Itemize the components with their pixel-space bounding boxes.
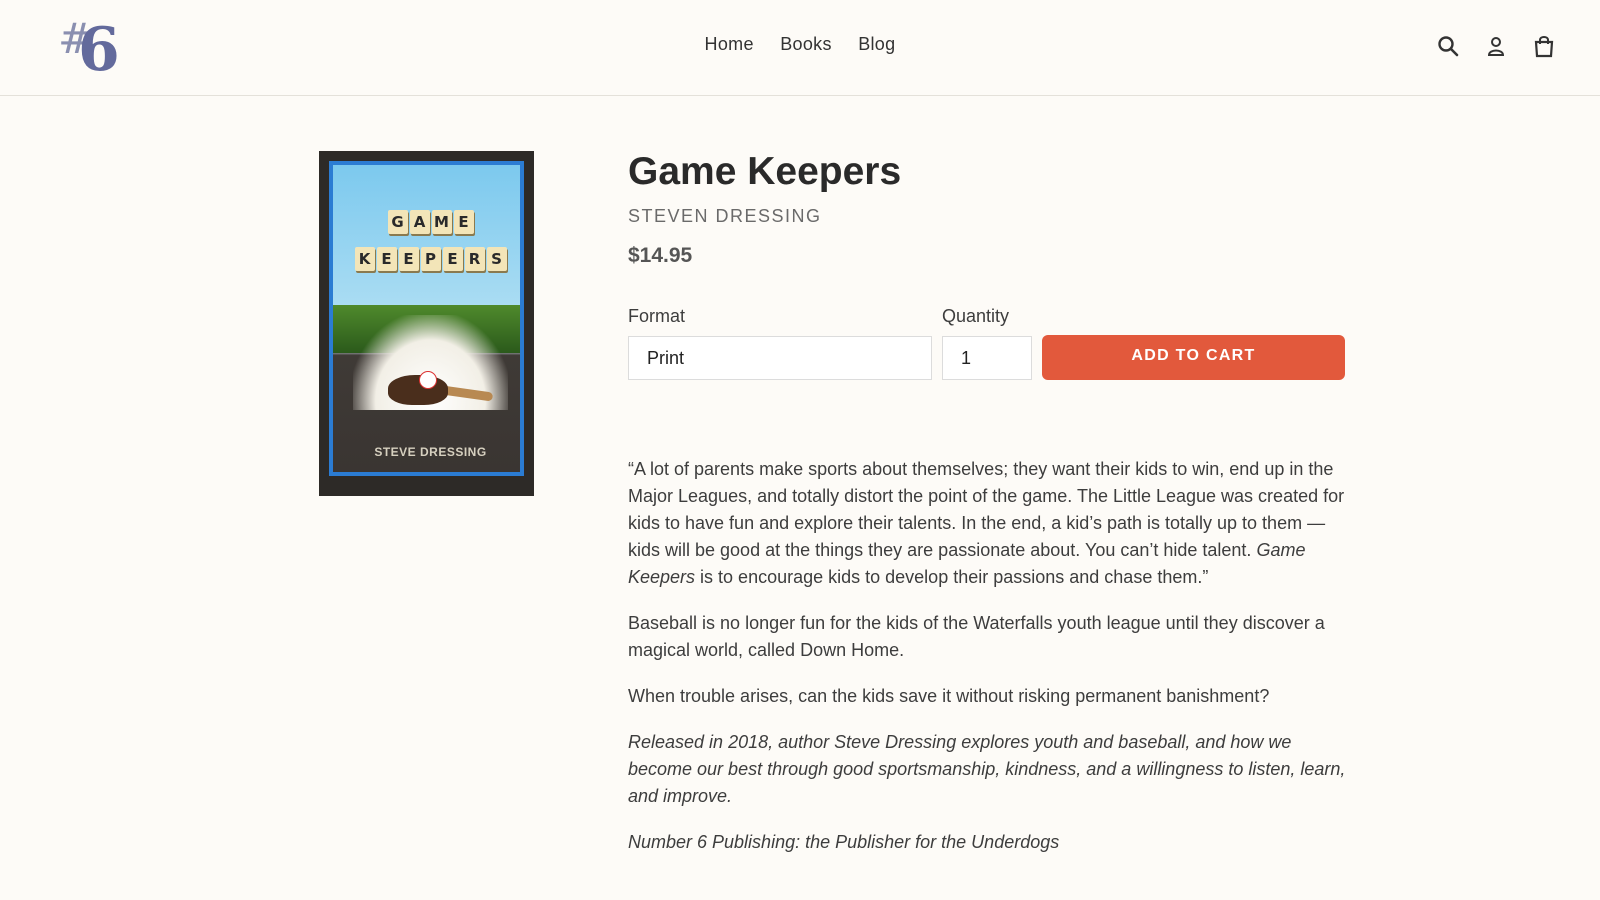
book-cover[interactable]: GAME KEEPERS STEVE DRESSING xyxy=(319,151,534,496)
quantity-input[interactable]: 1 xyxy=(942,336,1032,380)
product-price: $14.95 xyxy=(628,244,693,267)
quantity-label: Quantity xyxy=(942,306,1010,326)
user-icon[interactable] xyxy=(1484,34,1508,58)
letter-tile: P xyxy=(420,247,441,271)
main-nav: Home Books Blog xyxy=(0,34,1600,55)
letter-tile: S xyxy=(486,247,507,271)
letter-tile: K xyxy=(354,247,375,271)
letter-tile: E xyxy=(442,247,463,271)
cover-artwork: GAME KEEPERS STEVE DRESSING xyxy=(329,161,524,476)
quote-text: “A lot of parents make sports about them… xyxy=(628,459,1345,560)
description-paragraph: When trouble arises, can the kids save i… xyxy=(628,686,1270,706)
letter-tile: E xyxy=(453,210,474,234)
nav-books[interactable]: Books xyxy=(780,34,832,55)
nav-blog[interactable]: Blog xyxy=(858,34,895,55)
format-select[interactable]: Print xyxy=(628,336,932,380)
letter-tile: E xyxy=(398,247,419,271)
search-icon[interactable] xyxy=(1436,34,1460,58)
description-release-note: Released in 2018, author Steve Dressing … xyxy=(628,729,1348,810)
cover-title-line1: GAME xyxy=(333,210,520,234)
add-to-cart-button[interactable]: ADD TO CART xyxy=(1042,335,1345,380)
header-icons xyxy=(1436,34,1556,58)
publisher-tagline: Number 6 Publishing: the Publisher for t… xyxy=(628,829,1348,856)
description-paragraph: Baseball is no longer fun for the kids o… xyxy=(628,613,1325,660)
format-label: Format xyxy=(628,306,686,326)
cart-icon[interactable] xyxy=(1532,34,1556,58)
quote-text-end: is to encourage kids to develop their pa… xyxy=(695,567,1209,587)
product-author: STEVEN DRESSING xyxy=(628,206,822,226)
letter-tile: E xyxy=(376,247,397,271)
cover-glove xyxy=(388,375,448,405)
description-quote: “A lot of parents make sports about them… xyxy=(628,456,1348,591)
release-note-text: Released in 2018, author Steve Dressing … xyxy=(628,732,1346,806)
nav-home[interactable]: Home xyxy=(705,34,754,55)
cover-title-line2: KEEPERS xyxy=(333,247,520,271)
product-description: “A lot of parents make sports about them… xyxy=(628,456,1348,875)
product-title: Game Keepers xyxy=(628,150,902,193)
letter-tile: R xyxy=(464,247,485,271)
letter-tile: M xyxy=(431,210,452,234)
cover-author: STEVE DRESSING xyxy=(374,445,487,459)
letter-tile: G xyxy=(387,210,408,234)
publisher-tagline-text: Number 6 Publishing: the Publisher for t… xyxy=(628,832,1060,852)
site-header: # 6 Home Books Blog xyxy=(0,0,1600,96)
letter-tile: A xyxy=(409,210,430,234)
cover-baseball xyxy=(419,371,437,389)
